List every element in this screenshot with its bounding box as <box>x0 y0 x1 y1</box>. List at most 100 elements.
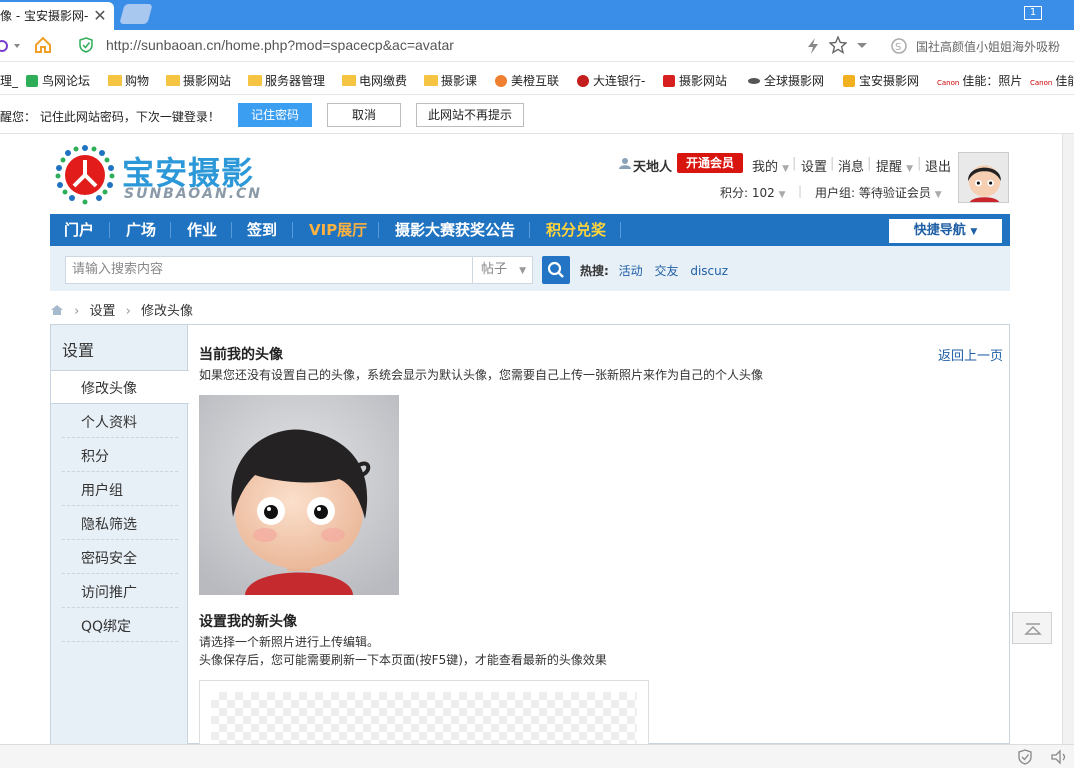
nav-item-square[interactable]: 广场 <box>126 214 156 246</box>
sidebar-item-profile[interactable]: 个人资料 <box>81 412 137 432</box>
caret-down-icon: ▼ <box>906 164 914 174</box>
site-logo-icon[interactable] <box>54 144 116 206</box>
speaker-icon[interactable] <box>1050 749 1068 765</box>
star-icon[interactable] <box>829 36 847 54</box>
bookmark-item[interactable]: 宝安摄影网 <box>843 72 919 89</box>
separator: | <box>830 156 835 171</box>
page-scrollbar[interactable] <box>1062 134 1074 744</box>
folder-icon <box>424 75 438 86</box>
bookmark-folder[interactable]: 服务器管理 <box>248 72 325 89</box>
caret-down-icon: ▼ <box>778 190 786 200</box>
bookmark-item[interactable]: 美橙互联 <box>495 72 559 89</box>
bookmark-folder[interactable]: 购物 <box>108 72 149 89</box>
nav-divider <box>170 222 171 238</box>
vip-button[interactable]: 开通会员 <box>677 153 743 173</box>
sidebar-item-privacy[interactable]: 隐私筛选 <box>81 514 137 534</box>
site-logo-subtitle: SUNBAOAN.CN <box>124 186 263 202</box>
sidebar-title: 设置 <box>62 341 95 360</box>
settings-link[interactable]: 设置 <box>801 156 827 175</box>
nav-item-portal[interactable]: 门户 <box>64 214 94 246</box>
hot-search-item[interactable]: discuz <box>690 264 728 278</box>
nav-item-vip-gallery[interactable]: VIP展厅 <box>309 214 367 246</box>
separator: | <box>867 156 872 171</box>
points-menu[interactable]: 积分: 102 ▼ <box>720 184 786 201</box>
secure-shield-icon[interactable] <box>79 37 93 53</box>
search-suggestion-text[interactable]: 国社高颜值小姐姐海外吸粉 <box>916 38 1060 55</box>
browser-status-bar <box>0 744 1074 768</box>
hot-search-item[interactable]: 活动 <box>619 264 643 278</box>
search-input[interactable]: 请输入搜索内容 <box>65 256 473 284</box>
back-link[interactable]: 返回上一页 <box>938 345 1003 364</box>
home-icon[interactable] <box>34 36 52 54</box>
search-type-select[interactable]: 帖子 ▼ <box>473 256 533 284</box>
nav-item-points-redeem[interactable]: 积分兑奖 <box>546 214 606 246</box>
bookmark-item[interactable]: Canon 佳能 <box>1030 72 1074 89</box>
nav-divider <box>529 222 530 238</box>
orange-icon <box>495 75 507 87</box>
sidebar-item-promotion[interactable]: 访问推广 <box>81 582 137 602</box>
sidebar-divider <box>62 471 178 472</box>
tab-close-icon[interactable]: ✕ <box>92 4 108 28</box>
remember-password-button[interactable]: 记住密码 <box>238 103 312 127</box>
never-prompt-button[interactable]: 此网站不再提示 <box>416 103 524 127</box>
sidebar-divider <box>62 607 178 608</box>
bookmark-item[interactable]: 全球摄影网 <box>748 72 824 89</box>
nav-divider <box>620 222 621 238</box>
bookmark-folder[interactable]: 摄影网站 <box>166 72 231 89</box>
separator: | <box>917 156 922 171</box>
nav-item-checkin[interactable]: 签到 <box>247 214 277 246</box>
bookmark-item[interactable]: 鸟网论坛 <box>26 72 90 89</box>
my-menu-link[interactable]: 我的 ▼ <box>752 156 789 175</box>
window-count-icon[interactable]: 1 <box>1024 6 1042 20</box>
hot-search-item[interactable]: 交友 <box>654 264 678 278</box>
sidebar-item-password[interactable]: 密码安全 <box>81 548 137 568</box>
new-tab-button[interactable] <box>119 4 153 24</box>
back-to-top-button[interactable] <box>1012 612 1052 644</box>
browser-tab-bar: 像 - 宝安摄影网- ✕ 1 <box>0 0 1074 30</box>
bookmark-folder[interactable]: 摄影课 <box>424 72 477 89</box>
username-link[interactable]: 天地人 <box>633 156 672 175</box>
breadcrumb-settings[interactable]: 设置 <box>89 304 115 319</box>
arrow-up-icon <box>1024 623 1042 635</box>
caret-down-icon: ▼ <box>934 190 942 200</box>
password-prompt-message: 醒您： 记住此网站密码，下次一键登录！ <box>0 110 220 124</box>
browser-menu-icon[interactable] <box>0 39 26 53</box>
tab-title: 像 - 宝安摄影网- <box>0 9 89 23</box>
nav-item-contest-results[interactable]: 摄影大赛获奖公告 <box>395 214 515 246</box>
bookmark-item[interactable]: 大连银行- <box>577 72 645 89</box>
browser-tab[interactable]: 像 - 宝安摄影网- ✕ <box>0 2 114 30</box>
cancel-button[interactable]: 取消 <box>327 103 401 127</box>
search-button[interactable] <box>542 256 570 284</box>
caret-down-icon: ▼ <box>519 266 527 276</box>
sidebar-item-qq[interactable]: QQ绑定 <box>81 616 131 636</box>
home-icon[interactable] <box>50 304 64 316</box>
usergroup-menu[interactable]: 用户组: 等待验证会员 ▼ <box>815 184 942 201</box>
chevron-down-icon[interactable] <box>856 42 868 50</box>
sidebar-divider <box>62 573 178 574</box>
reminders-link[interactable]: 提醒 ▼ <box>876 156 913 175</box>
nav-item-homework[interactable]: 作业 <box>187 214 217 246</box>
search-engine-icon[interactable]: S <box>890 37 908 55</box>
bookmark-edge[interactable]: 理_ <box>0 72 18 89</box>
sidebar-item-avatar[interactable]: 修改头像 <box>81 378 137 398</box>
bookmark-item[interactable]: 摄影网站 <box>663 72 727 89</box>
sidebar-item-points[interactable]: 积分 <box>81 446 109 466</box>
svg-text:S: S <box>895 42 901 53</box>
url-field[interactable]: http://sunbaoan.cn/home.php?mod=spacecp&… <box>106 37 454 53</box>
bookmark-folder[interactable]: 电网缴费 <box>342 72 407 89</box>
sidebar-item-usergroup[interactable]: 用户组 <box>81 480 123 500</box>
current-avatar-desc: 如果您还没有设置自己的头像，系统会显示为默认头像，您需要自己上传一张新照片来作为… <box>199 368 764 382</box>
search-icon <box>547 261 564 278</box>
shield-icon[interactable] <box>1018 749 1032 765</box>
avatar-editor-canvas[interactable] <box>211 692 637 744</box>
quick-nav-button[interactable]: 快捷导航 ▼ <box>889 219 1002 243</box>
breadcrumb-separator: › <box>74 304 80 319</box>
nav-divider <box>231 222 232 238</box>
user-avatar-small[interactable] <box>958 152 1009 203</box>
avatar-illustration <box>199 395 399 595</box>
bird-icon <box>26 75 38 87</box>
logout-link[interactable]: 退出 <box>925 156 951 175</box>
lightning-icon[interactable] <box>806 37 820 55</box>
bookmark-item[interactable]: Canon 佳能：照片 <box>937 72 1022 89</box>
messages-link[interactable]: 消息 <box>838 156 864 175</box>
